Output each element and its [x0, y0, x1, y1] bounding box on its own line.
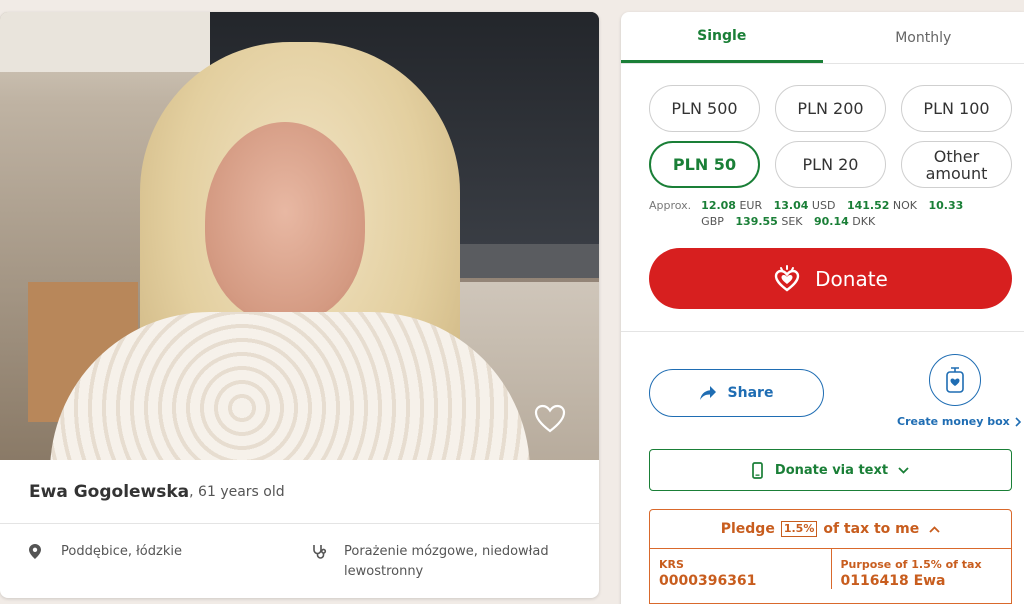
- diagnosis: Porażenie mózgowe, niedowład lewostronny: [312, 542, 554, 582]
- approx-value: 10.33: [928, 199, 964, 212]
- divider: [621, 331, 1024, 332]
- donate-button[interactable]: Donate: [649, 248, 1012, 309]
- krs-label: KRS: [659, 558, 684, 571]
- approx-value: 13.04: [773, 199, 809, 212]
- beneficiary-name: Ewa Gogolewska: [29, 481, 190, 502]
- location-text: Poddębice, łódzkie: [61, 544, 182, 559]
- location-pin-icon: [29, 544, 43, 566]
- share-button[interactable]: Share: [649, 369, 824, 417]
- approx-value: 139.55: [735, 215, 778, 228]
- beneficiary-age: , 61 years old: [189, 483, 285, 500]
- tax-pledge-box: Pledge 1.5% of tax to me KRS 0000396361 …: [649, 509, 1012, 604]
- approx-value: 141.52: [846, 199, 890, 212]
- tax-pledge-toggle[interactable]: Pledge 1.5% of tax to me: [650, 510, 1011, 549]
- approx-currency: DKK: [852, 215, 876, 228]
- approx-currency: SEK: [781, 215, 803, 228]
- create-money-box-label: Create money box: [897, 415, 1010, 428]
- approx-value: 90.14: [814, 215, 849, 228]
- donate-via-text-label: Donate via text: [774, 462, 889, 478]
- approx-currency: EUR: [739, 199, 763, 212]
- approx-currency: GBP: [701, 215, 724, 228]
- tax-details: KRS 0000396361 Purpose of 1.5% of tax 01…: [650, 549, 1011, 589]
- pledge-prefix: Pledge: [720, 521, 775, 537]
- approx-value: 12.08: [701, 199, 736, 212]
- donate-via-text-button[interactable]: Donate via text: [649, 449, 1012, 491]
- diagnosis-text: Porażenie mózgowe, niedowład lewostronny: [344, 544, 549, 579]
- stethoscope-icon: [312, 544, 327, 566]
- pledge-percent-badge: 1.5%: [780, 521, 818, 537]
- favorite-heart-icon[interactable]: [533, 402, 567, 436]
- donation-type-tabs: Single Monthly: [621, 12, 1024, 64]
- approx-values: 12.08 EUR 13.04 USD 141.52 NOK 10.33 GBP…: [701, 198, 981, 230]
- amount-pln-20[interactable]: PLN 20: [775, 141, 886, 188]
- krs-field: KRS 0000396361: [650, 549, 831, 589]
- chevron-up-icon: [929, 525, 940, 533]
- location: Poddębice, łódzkie: [29, 542, 312, 582]
- donate-label: Donate: [815, 266, 888, 291]
- donate-panel: Single Monthly PLN 500 PLN 200 PLN 100 P…: [621, 12, 1024, 604]
- amount-pln-500[interactable]: PLN 500: [649, 85, 760, 132]
- purpose-value: 0116418 Ewa: [840, 573, 946, 589]
- meta-row: Poddębice, łódzkie Porażenie mózgowe, ni…: [0, 524, 599, 582]
- tab-single[interactable]: Single: [621, 12, 823, 63]
- donate-heart-hand-icon: [773, 264, 801, 293]
- amount-pln-200[interactable]: PLN 200: [775, 85, 886, 132]
- amount-pln-100[interactable]: PLN 100: [901, 85, 1012, 132]
- amount-other[interactable]: Other amount: [901, 141, 1012, 188]
- pledge-suffix: of tax to me: [823, 521, 920, 537]
- money-box-icon[interactable]: [929, 354, 981, 406]
- krs-value: 0000396361: [659, 573, 757, 589]
- approx-label: Approx.: [649, 199, 692, 212]
- approx-currency: NOK: [892, 199, 917, 212]
- name-row: Ewa Gogolewska , 61 years old: [0, 460, 599, 524]
- purpose-label: Purpose of 1.5% of tax: [840, 558, 982, 571]
- purpose-field: Purpose of 1.5% of tax 0116418 Ewa: [830, 549, 1012, 589]
- profile-card: Ewa Gogolewska , 61 years old Poddębice,…: [0, 12, 599, 598]
- chevron-right-icon: [1015, 416, 1021, 427]
- share-arrow-icon: [699, 386, 716, 400]
- chevron-down-icon: [898, 466, 909, 474]
- amount-options: PLN 500 PLN 200 PLN 100 PLN 50 PLN 20 Ot…: [621, 64, 1024, 188]
- profile-photo: [0, 12, 599, 460]
- amount-pln-50[interactable]: PLN 50: [649, 141, 760, 188]
- create-money-box-link[interactable]: Create money box: [897, 415, 1021, 428]
- share-label: Share: [727, 385, 774, 401]
- approx-currency: USD: [811, 199, 836, 212]
- phone-icon: [752, 461, 763, 479]
- approx-conversion: Approx. 12.08 EUR 13.04 USD 141.52 NOK 1…: [621, 188, 1024, 230]
- tab-monthly[interactable]: Monthly: [823, 12, 1024, 63]
